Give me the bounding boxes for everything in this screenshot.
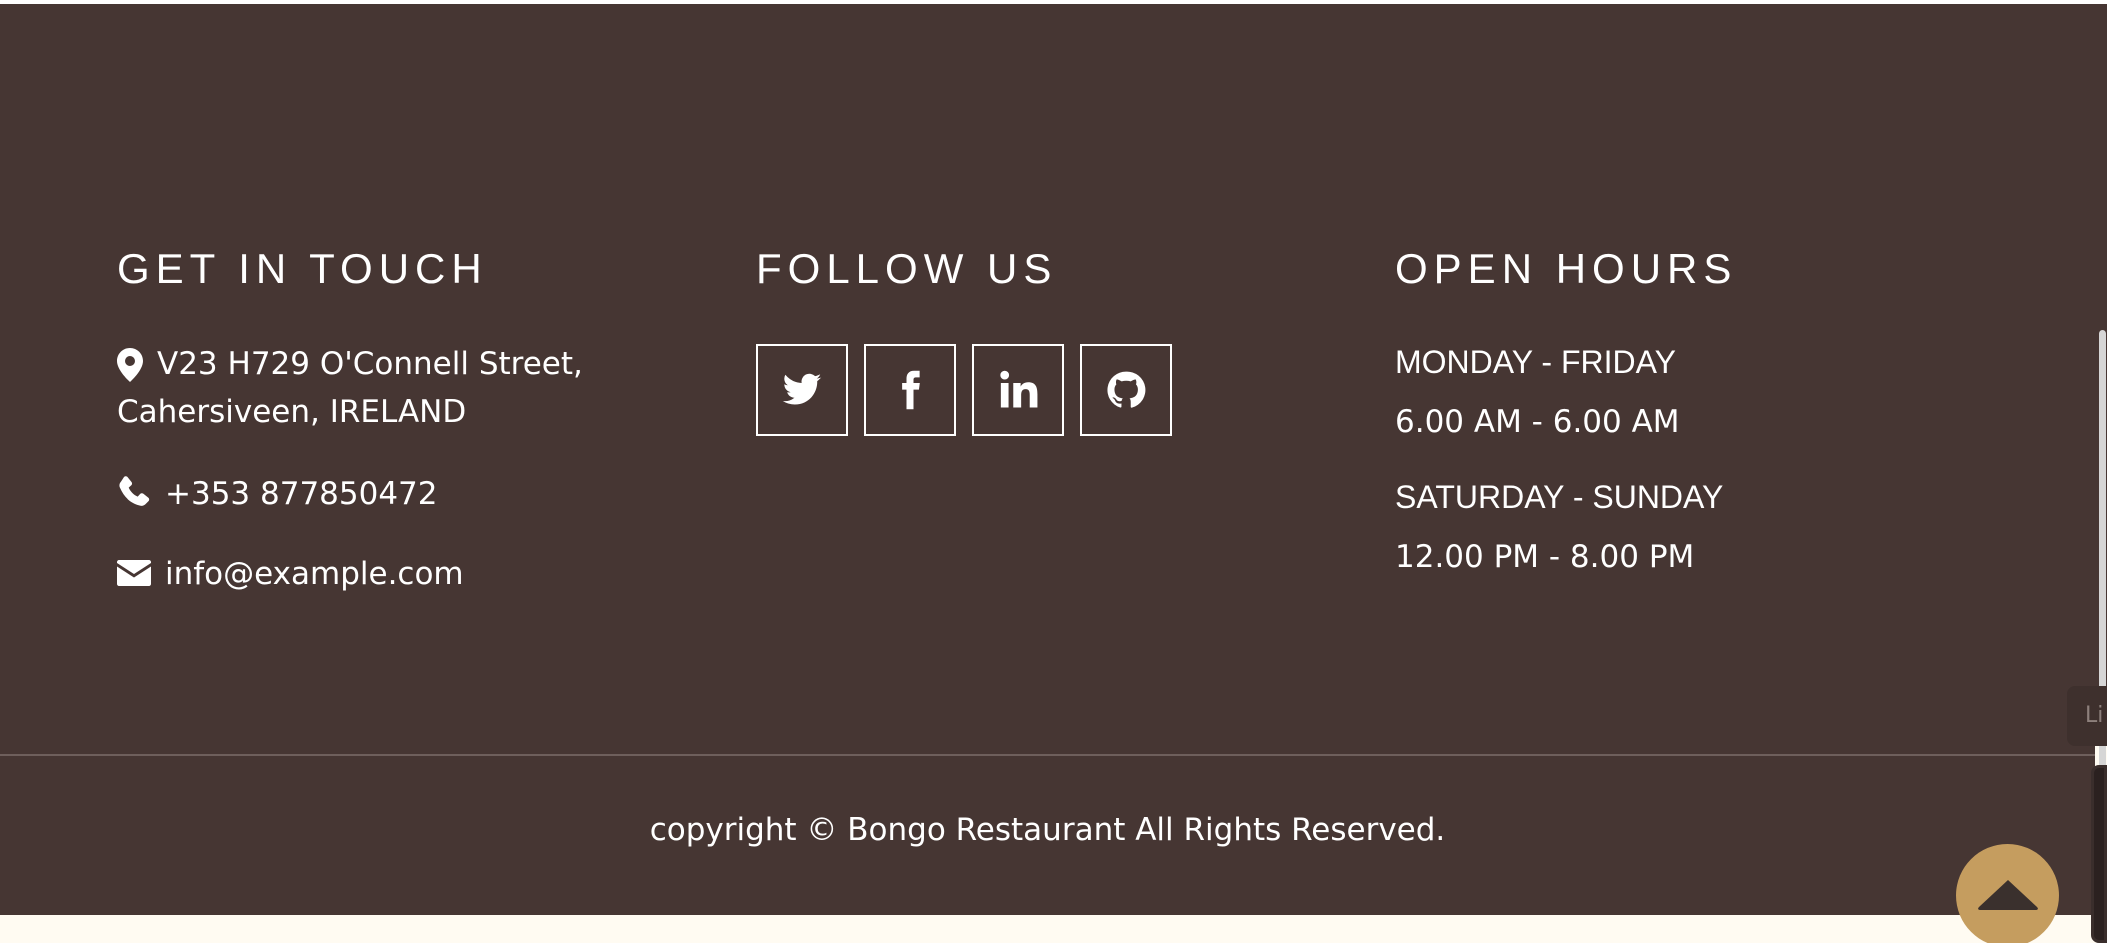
address-line-1: V23 H729 O'Connell Street, xyxy=(157,346,583,382)
weekday-hours: MONDAY - FRIDAY 6.00 AM - 6.00 AM xyxy=(1395,342,1680,442)
map-marker-icon xyxy=(117,348,143,382)
email-address[interactable]: info@example.com xyxy=(165,554,464,594)
weekday-time: 6.00 AM - 6.00 AM xyxy=(1395,404,1680,440)
chevron-up-icon xyxy=(1977,880,2038,910)
twitter-icon xyxy=(782,373,822,405)
hours-section: OPEN HOURS MONDAY - FRIDAY 6.00 AM - 6.0… xyxy=(1395,244,1955,575)
footer-divider xyxy=(0,754,2095,756)
weekday-label: MONDAY - FRIDAY xyxy=(1395,344,1676,380)
copyright-text: copyright © Bongo Restaurant All Rights … xyxy=(649,812,1446,848)
social-links xyxy=(756,344,1172,436)
hours-heading: OPEN HOURS xyxy=(1395,245,1738,292)
side-widget-tab[interactable]: Li xyxy=(2067,686,2107,746)
side-widget-panel[interactable] xyxy=(2091,765,2107,943)
follow-section: FOLLOW US xyxy=(756,244,1316,436)
linkedin-icon xyxy=(1000,370,1038,408)
scroll-to-top-button[interactable] xyxy=(1956,844,2059,943)
phone-number[interactable]: +353 877850472 xyxy=(165,474,438,514)
weekend-label: SATURDAY - SUNDAY xyxy=(1395,479,1724,515)
facebook-link[interactable] xyxy=(864,344,956,436)
phone-icon xyxy=(117,476,151,510)
address-item: V23 H729 O'Connell Street, Cahersiveen, … xyxy=(117,344,677,436)
weekend-time: 12.00 PM - 8.00 PM xyxy=(1395,539,1695,575)
follow-heading: FOLLOW US xyxy=(756,245,1058,292)
address-text: V23 H729 O'Connell Street, Cahersiveen, … xyxy=(117,340,677,436)
site-footer: GET IN TOUCH V23 H729 O'Connell Street, … xyxy=(0,4,2095,915)
facebook-icon xyxy=(902,370,920,410)
phone-item: +353 877850472 xyxy=(117,474,438,514)
side-widget-tab-label: Li xyxy=(2085,703,2104,728)
envelope-icon xyxy=(117,558,151,588)
contact-heading: GET IN TOUCH xyxy=(117,245,488,292)
twitter-link[interactable] xyxy=(756,344,848,436)
email-item: info@example.com xyxy=(117,554,464,594)
contact-section: GET IN TOUCH V23 H729 O'Connell Street, … xyxy=(117,244,637,592)
linkedin-link[interactable] xyxy=(972,344,1064,436)
github-link[interactable] xyxy=(1080,344,1172,436)
weekend-hours: SATURDAY - SUNDAY 12.00 PM - 8.00 PM xyxy=(1395,477,1723,577)
github-icon xyxy=(1107,371,1146,408)
address-line-2: Cahersiveen, IRELAND xyxy=(117,394,467,430)
